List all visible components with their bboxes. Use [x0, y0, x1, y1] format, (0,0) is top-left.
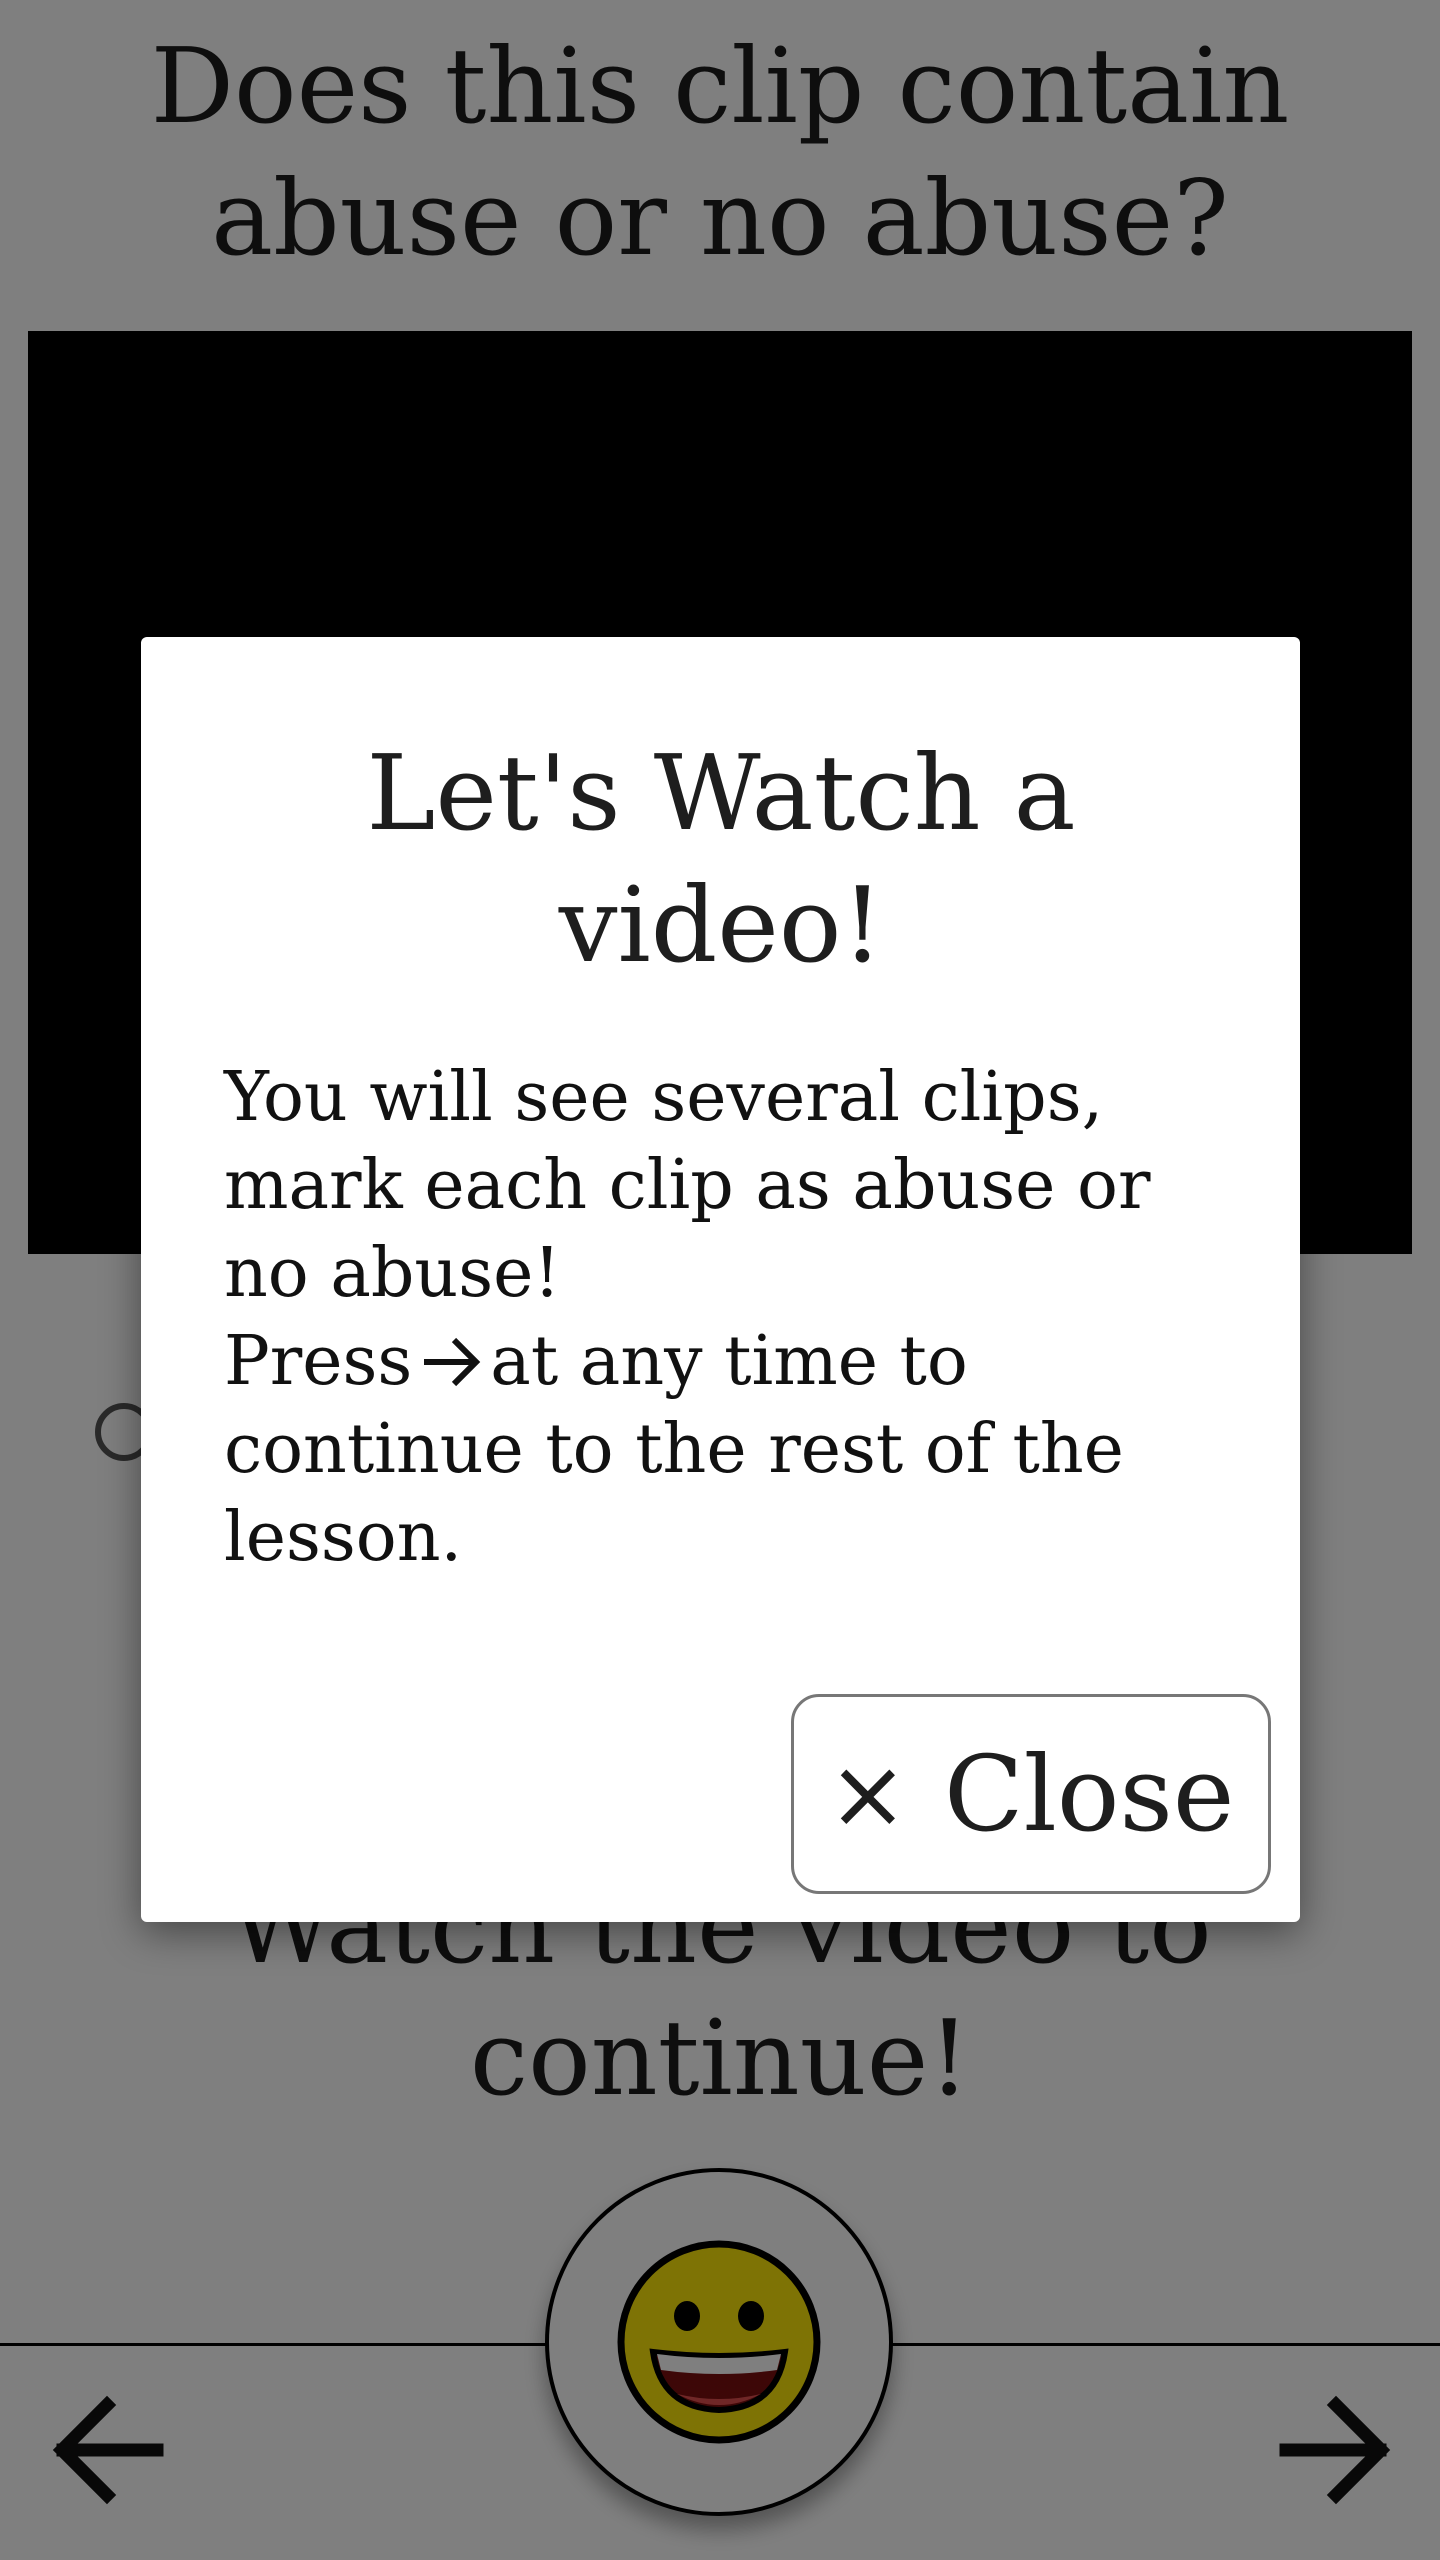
dialog-body: You will see several clips, mark each cl…	[224, 1054, 1234, 1582]
close-label: Close	[944, 1733, 1235, 1855]
press-text: Press	[224, 1322, 413, 1401]
close-button[interactable]: × Close	[791, 1694, 1271, 1894]
intro-dialog: Let's Watch a video! You will see severa…	[141, 637, 1300, 1922]
dialog-instructions: You will see several clips, mark each cl…	[224, 1058, 1151, 1313]
dialog-continue-hint: Press at any time to continue to the rest…	[224, 1318, 1234, 1582]
dialog-title: Let's Watch a video!	[366, 732, 1076, 986]
close-icon: ×	[827, 1738, 909, 1850]
arrow-right-icon	[424, 1337, 481, 1386]
